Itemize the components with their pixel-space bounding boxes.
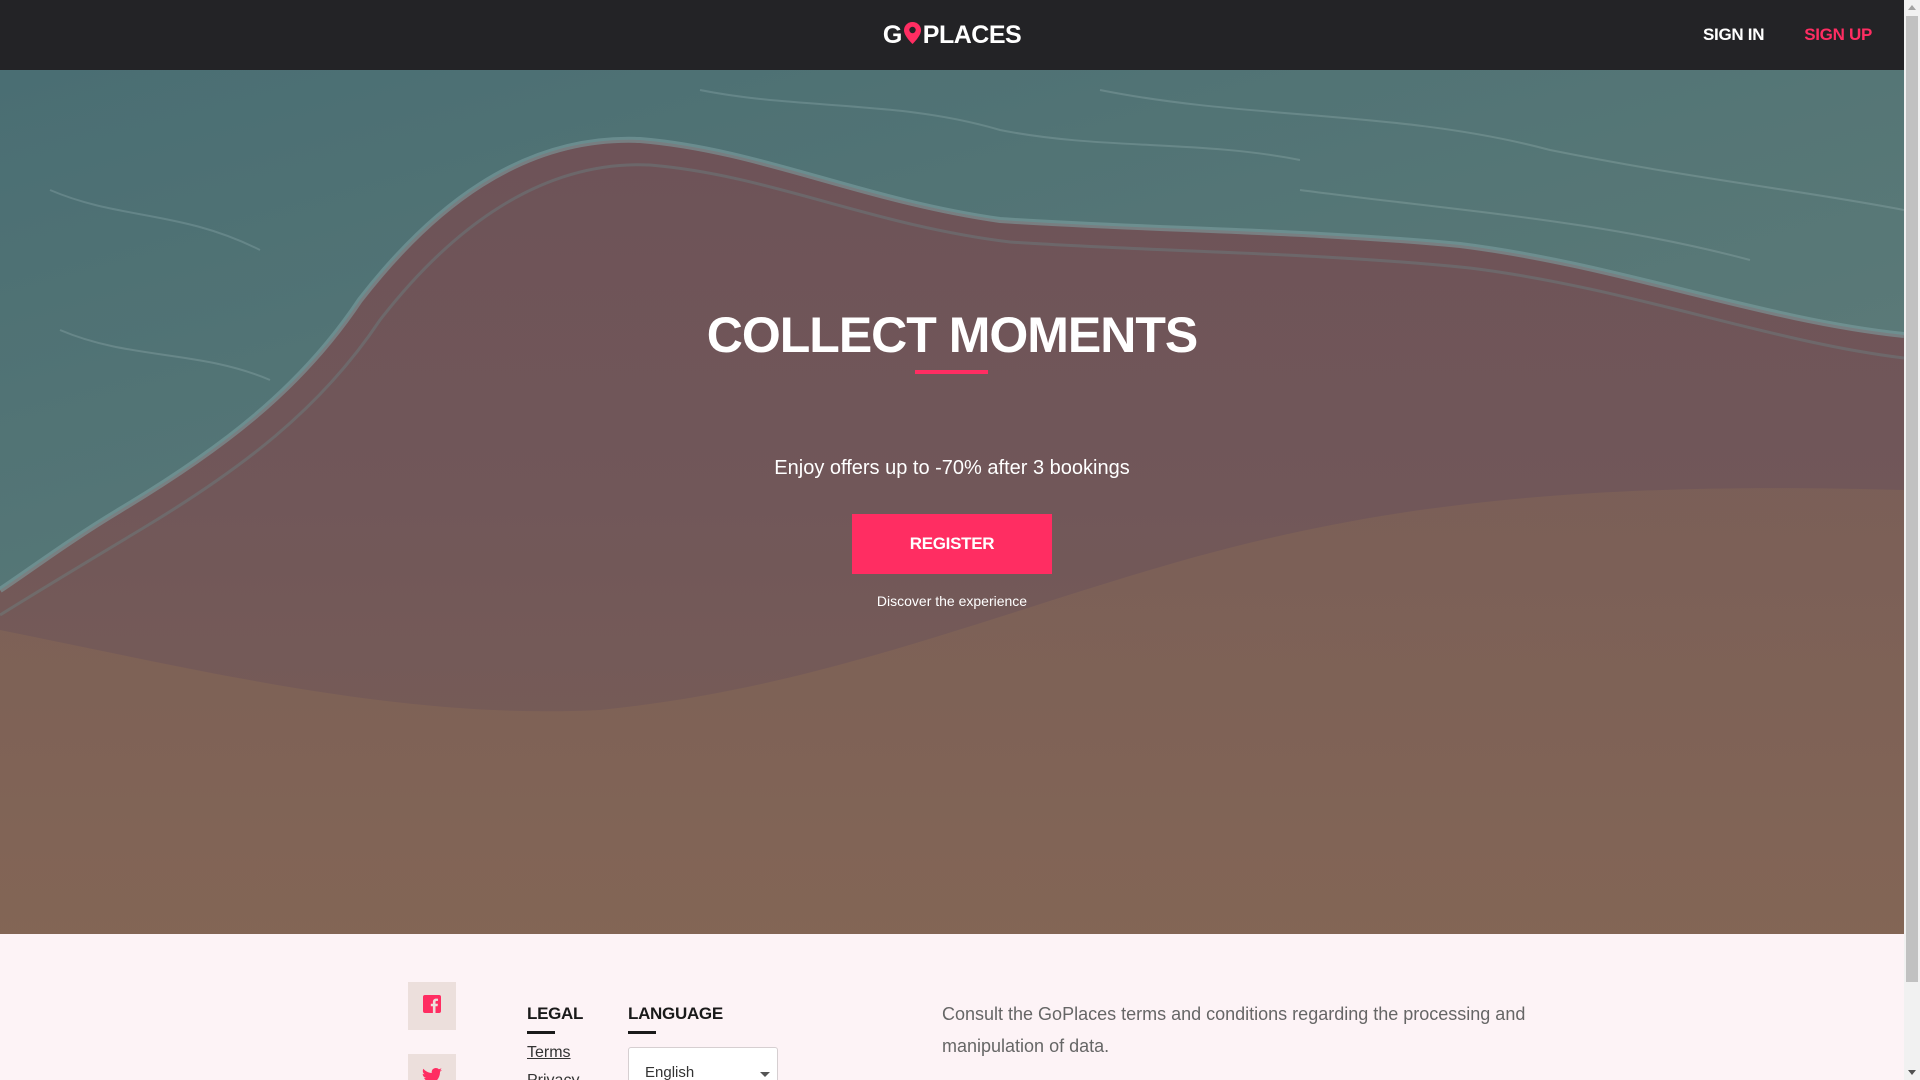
sign-in-link[interactable]: SIGN IN bbox=[1703, 25, 1764, 45]
logo-text-left: G bbox=[882, 20, 902, 49]
privacy-link[interactable]: Privacy bbox=[527, 1072, 579, 1080]
scroll-up-arrow-icon[interactable] bbox=[1908, 5, 1916, 10]
map-pin-icon bbox=[903, 22, 921, 44]
language-heading: LANGUAGE bbox=[628, 1004, 723, 1023]
scrollbar-thumb[interactable] bbox=[1906, 16, 1918, 982]
facebook-icon bbox=[423, 994, 441, 1018]
logo-text-right: PLACES bbox=[922, 20, 1022, 49]
terms-link[interactable]: Terms bbox=[527, 1044, 571, 1062]
hero-subtitle: Enjoy offers up to -70% after 3 bookings bbox=[774, 457, 1130, 479]
legal-heading-underline bbox=[527, 1031, 555, 1034]
scroll-down-arrow-icon[interactable] bbox=[1908, 1070, 1916, 1075]
language-heading-underline bbox=[628, 1031, 656, 1034]
legal-heading: LEGAL bbox=[527, 1004, 584, 1023]
facebook-button[interactable] bbox=[408, 982, 456, 1030]
title-accent-bar bbox=[915, 370, 988, 374]
goplaces-logo[interactable]: G PLACES bbox=[882, 20, 1022, 50]
hero-section: COLLECT MOMENTS Enjoy offers up to -70% … bbox=[0, 70, 1904, 934]
register-button[interactable]: REGISTER bbox=[852, 514, 1052, 574]
twitter-button[interactable] bbox=[408, 1054, 456, 1080]
footer: LEGAL Terms Privacy LANGUAGE English Con… bbox=[0, 934, 1904, 1080]
language-select[interactable]: English bbox=[628, 1047, 778, 1080]
page: G PLACES SIGN IN SIGN UP COLLECT MOMENTS… bbox=[0, 0, 1904, 1080]
hero-content: COLLECT MOMENTS Enjoy offers up to -70% … bbox=[0, 70, 1904, 934]
top-navbar: G PLACES SIGN IN SIGN UP bbox=[0, 0, 1904, 70]
page-scrollbar[interactable] bbox=[1904, 0, 1920, 1080]
discover-text: Discover the experience bbox=[876, 593, 1028, 609]
sign-up-link[interactable]: SIGN UP bbox=[1804, 25, 1872, 45]
auth-nav: SIGN IN SIGN UP bbox=[1703, 0, 1872, 70]
footer-description: Consult the GoPlaces terms and condition… bbox=[942, 1004, 1526, 1056]
chevron-down-icon bbox=[760, 1072, 770, 1077]
hero-title: COLLECT MOMENTS bbox=[706, 307, 1199, 363]
twitter-icon bbox=[422, 1067, 442, 1080]
language-select-value: English bbox=[645, 1064, 695, 1080]
